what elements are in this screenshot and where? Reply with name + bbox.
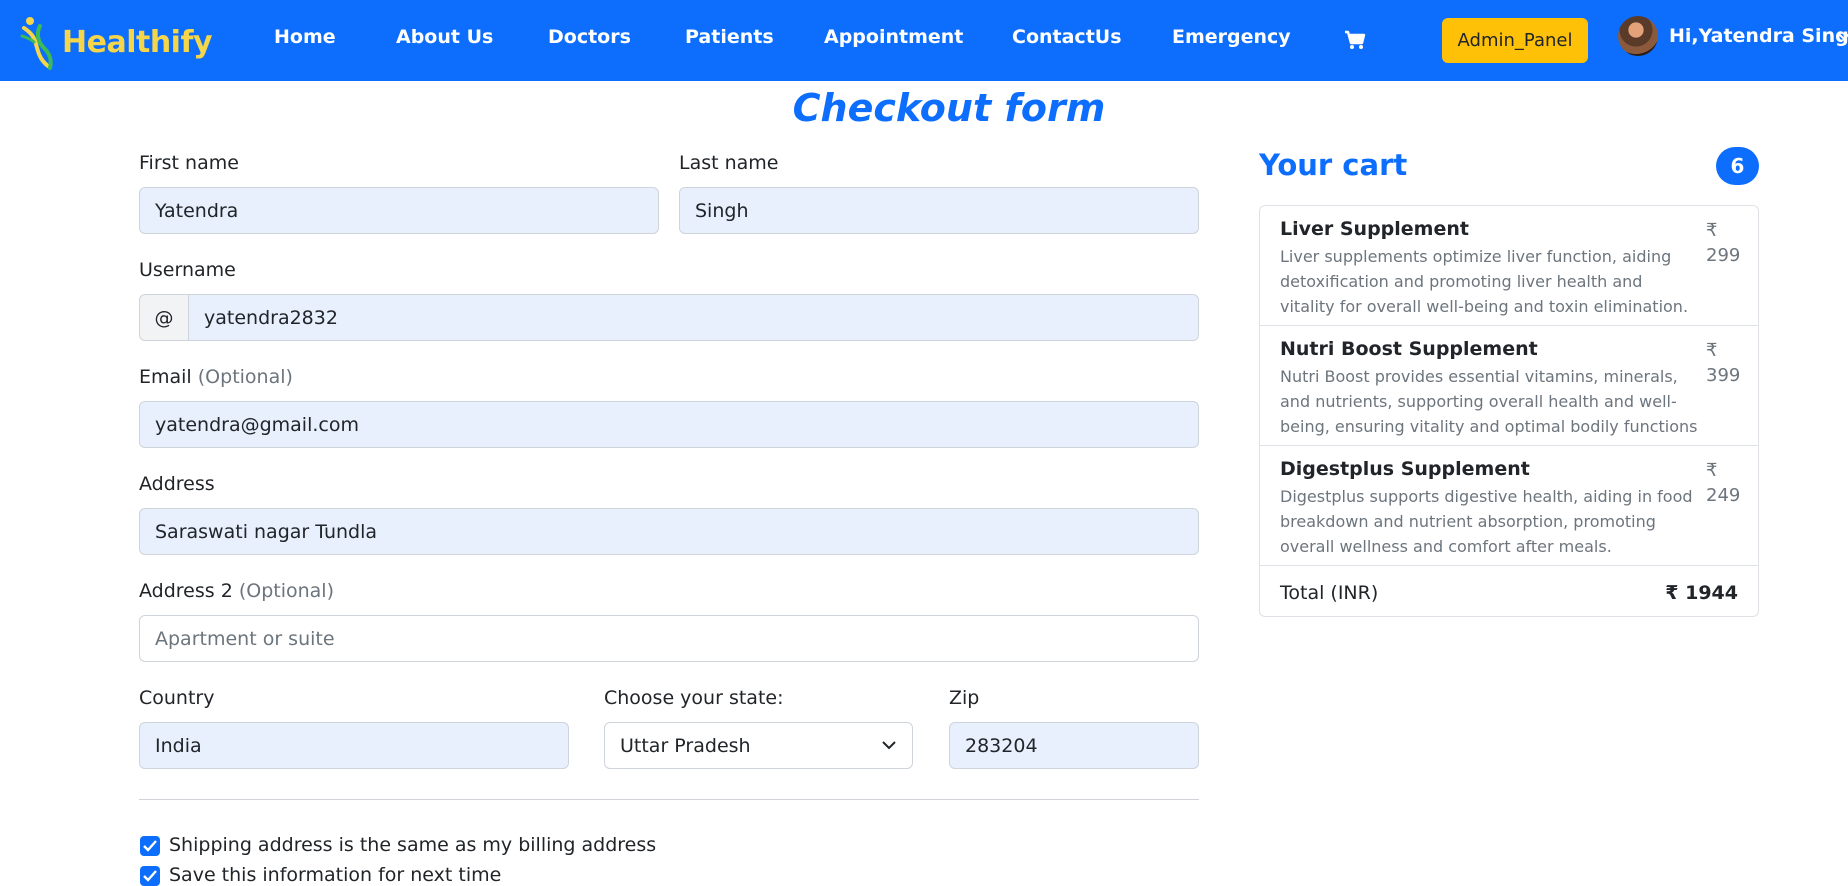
cart-item-price: ₹249 bbox=[1706, 458, 1746, 508]
email-optional-hint: (Optional) bbox=[197, 366, 293, 388]
cart-item-name: Liver Supplement bbox=[1280, 218, 1469, 240]
same-address-label: Shipping address is the same as my billi… bbox=[169, 834, 657, 856]
address-label: Address bbox=[139, 473, 215, 495]
nav-link-home[interactable]: Home bbox=[274, 26, 336, 48]
address-input[interactable]: Saraswati nagar Tundla bbox=[139, 508, 1199, 555]
address2-optional-hint: (Optional) bbox=[238, 580, 335, 602]
nav-link-about-us[interactable]: About Us bbox=[396, 26, 493, 48]
brand-name: Healthify bbox=[62, 24, 213, 60]
email-label: Email (Optional) bbox=[139, 366, 293, 388]
user-avatar[interactable] bbox=[1618, 16, 1658, 56]
cart-item-price: ₹399 bbox=[1706, 338, 1746, 388]
zip-label: Zip bbox=[949, 687, 980, 709]
nav-link-appointment[interactable]: Appointment bbox=[824, 26, 963, 48]
brand[interactable]: Healthify bbox=[20, 14, 213, 70]
chevron-down-icon[interactable] bbox=[1838, 33, 1848, 41]
cart-item-amount: 249 bbox=[1706, 485, 1741, 506]
first-name-label: First name bbox=[139, 152, 239, 174]
username-prefix: @ bbox=[139, 294, 189, 341]
cart-item-description: Nutri Boost provides essential vitamins,… bbox=[1280, 367, 1698, 436]
user-greeting[interactable]: Hi,Yatendra Singh bbox=[1669, 25, 1848, 47]
shopping-cart-icon[interactable] bbox=[1344, 30, 1366, 50]
country-label: Country bbox=[139, 687, 215, 709]
email-input[interactable]: yatendra@gmail.com bbox=[139, 401, 1199, 448]
save-info-checkbox[interactable] bbox=[140, 866, 160, 886]
username-label: Username bbox=[139, 259, 236, 281]
section-divider bbox=[139, 799, 1199, 800]
cart-item: Nutri Boost Supplement Nutri Boost provi… bbox=[1260, 326, 1758, 446]
healthify-logo-icon bbox=[20, 17, 53, 70]
cart-total-value: ₹ 1944 bbox=[1665, 582, 1738, 604]
nav-link-doctors[interactable]: Doctors bbox=[548, 26, 631, 48]
zip-input[interactable]: 283204 bbox=[949, 722, 1199, 769]
save-info-label: Save this information for next time bbox=[169, 864, 502, 886]
state-select[interactable]: Uttar Pradesh bbox=[604, 722, 913, 769]
cart-item: Digestplus Supplement Digestplus support… bbox=[1260, 446, 1758, 566]
admin-panel-button[interactable]: Admin_Panel bbox=[1442, 18, 1588, 63]
state-label: Choose your state: bbox=[604, 687, 784, 709]
cart-item-amount: 399 bbox=[1706, 365, 1741, 386]
same-address-checkbox[interactable] bbox=[140, 836, 160, 856]
nav-link-patients[interactable]: Patients bbox=[685, 26, 774, 48]
cart-item-name: Nutri Boost Supplement bbox=[1280, 338, 1538, 360]
cart-item-amount: 299 bbox=[1706, 245, 1741, 266]
cart-item: Liver Supplement Liver supplements optim… bbox=[1260, 206, 1758, 326]
state-selected-value: Uttar Pradesh bbox=[620, 734, 751, 757]
address2-label-text: Address 2 bbox=[139, 580, 233, 602]
cart-item-price: ₹299 bbox=[1706, 218, 1746, 268]
page-title: Checkout form bbox=[792, 86, 1106, 130]
cart-item-currency: ₹ bbox=[1706, 340, 1718, 361]
checkmark-icon bbox=[143, 840, 157, 852]
address2-input[interactable]: Apartment or suite bbox=[139, 615, 1199, 662]
nav-link-contactus[interactable]: ContactUs bbox=[1012, 26, 1122, 48]
cart-item-currency: ₹ bbox=[1706, 220, 1718, 241]
country-input[interactable]: India bbox=[139, 722, 569, 769]
first-name-input[interactable]: Yatendra bbox=[139, 187, 659, 234]
cart-item-currency: ₹ bbox=[1706, 460, 1718, 481]
email-label-text: Email bbox=[139, 366, 192, 388]
top-navbar: Healthify Home About Us Doctors Patients… bbox=[0, 0, 1848, 81]
address2-label: Address 2 (Optional) bbox=[139, 580, 334, 602]
nav-link-emergency[interactable]: Emergency bbox=[1172, 26, 1291, 48]
cart-total-label: Total (INR) bbox=[1280, 582, 1379, 604]
last-name-input[interactable]: Singh bbox=[679, 187, 1199, 234]
chevron-down-icon bbox=[882, 741, 896, 750]
cart-list: Liver Supplement Liver supplements optim… bbox=[1259, 205, 1759, 617]
last-name-label: Last name bbox=[679, 152, 779, 174]
cart-item-name: Digestplus Supplement bbox=[1280, 458, 1530, 480]
cart-item-description: Digestplus supports digestive health, ai… bbox=[1280, 487, 1693, 556]
username-input[interactable]: yatendra2832 bbox=[188, 294, 1199, 341]
cart-title: Your cart bbox=[1259, 148, 1408, 182]
cart-count-badge: 6 bbox=[1716, 147, 1759, 185]
cart-item-description: Liver supplements optimize liver functio… bbox=[1280, 247, 1689, 316]
